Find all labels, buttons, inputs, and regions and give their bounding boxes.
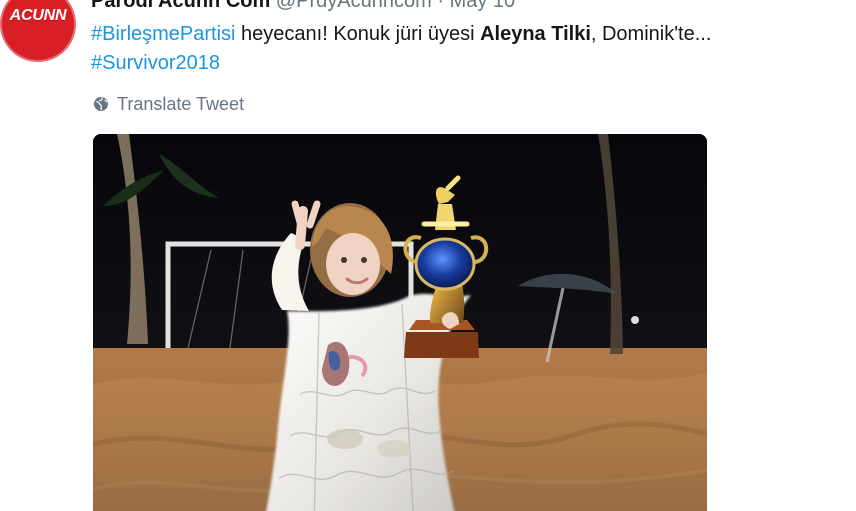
tweet-card: ACUNN Parodi Acunn Com @PrdyAcunncom · M…: [0, 0, 856, 511]
bold-name: Aleyna Tilki: [480, 23, 591, 45]
tweet-text: #BirleşmePartisi heyecanı! Konuk jüri üy…: [91, 20, 831, 78]
tweet-text-part-1: heyecanı! Konuk jüri üyesi: [235, 23, 481, 45]
author-handle[interactable]: @PrdyAcunncom: [276, 0, 432, 12]
hashtag-survivor2018[interactable]: #Survivor2018: [91, 52, 220, 74]
tweet-photo[interactable]: [93, 134, 707, 511]
header-separator: ·: [437, 0, 444, 12]
profile-avatar[interactable]: ACUNN: [0, 0, 76, 62]
photo-scene: [93, 134, 707, 511]
tweet-text-part-2: , Dominik'te...: [590, 23, 712, 45]
tweet-date[interactable]: May 10: [450, 0, 516, 12]
hashtag-birlesmepartisi[interactable]: #BirleşmePartisi: [91, 23, 235, 45]
acunn-logo: ACUNN: [9, 7, 67, 24]
tweet-header: Parodi Acunn Com @PrdyAcunncom · May 10: [91, 0, 515, 13]
translate-label: Translate Tweet: [117, 94, 245, 114]
globe-icon: [94, 97, 108, 111]
translate-tweet-link[interactable]: Translate Tweet: [93, 94, 244, 114]
author-name[interactable]: Parodi Acunn Com: [91, 0, 270, 12]
